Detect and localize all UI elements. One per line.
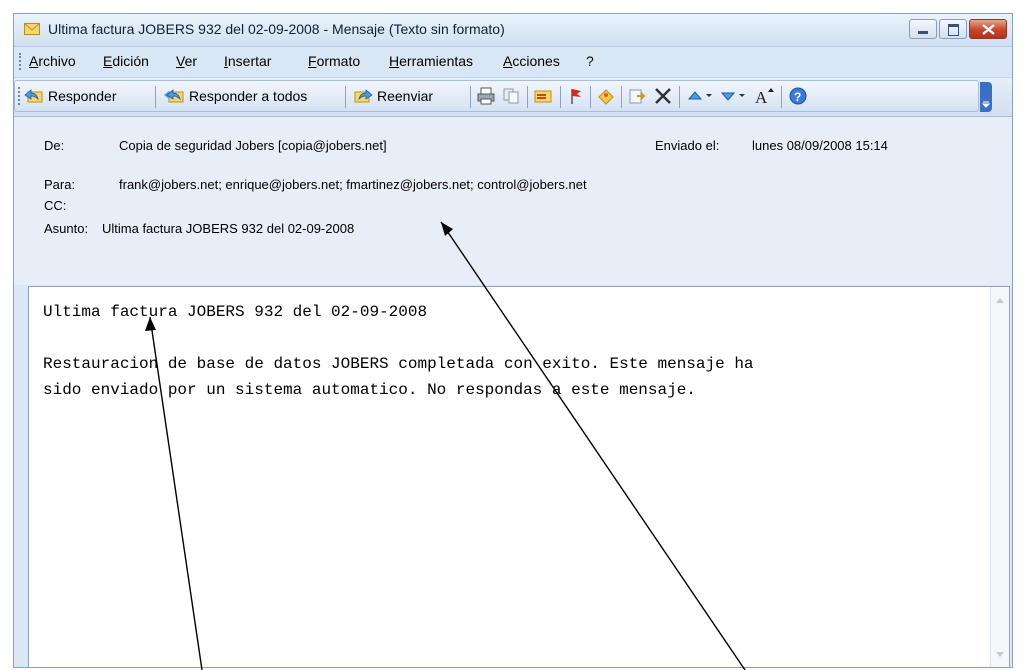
message-window: Ultima factura JOBERS 932 del 02-09-2008… xyxy=(13,13,1013,668)
message-header: De: Copia de seguridad Jobers [copia@job… xyxy=(14,117,1012,285)
toolbar-separator xyxy=(679,86,680,108)
forward-icon xyxy=(354,89,373,103)
scroll-down-icon[interactable] xyxy=(996,652,1004,658)
subject-value: Ultima factura JOBERS 932 del 02-09-2008 xyxy=(102,221,355,236)
scroll-up-icon[interactable] xyxy=(996,297,1004,303)
from-label: De: xyxy=(44,138,65,153)
toolbar-separator xyxy=(345,86,346,108)
print-icon[interactable] xyxy=(477,87,495,105)
envelope-icon xyxy=(24,23,40,35)
toolbar-overflow-button[interactable] xyxy=(980,82,992,112)
minimize-button[interactable] xyxy=(909,19,937,39)
toolbar-separator xyxy=(560,86,561,108)
toolbar-separator xyxy=(155,86,156,108)
font-size-icon[interactable]: A xyxy=(753,86,775,106)
toolbar-strip: Responder Responder a todos Reenviar A ? xyxy=(14,80,979,112)
maximize-icon xyxy=(948,24,959,36)
reply-all-button[interactable]: Responder a todos xyxy=(163,86,307,106)
reply-all-label: Responder a todos xyxy=(189,88,308,104)
menu-herramientas[interactable]: Herramientas xyxy=(389,53,473,69)
toolbar-grip[interactable] xyxy=(18,87,23,105)
close-icon xyxy=(982,24,995,35)
chevron-down-icon xyxy=(982,101,990,108)
forward-button[interactable]: Reenviar xyxy=(353,86,433,106)
help-icon[interactable]: ? xyxy=(788,86,808,106)
toolbar-separator xyxy=(781,86,782,108)
title-bar[interactable]: Ultima factura JOBERS 932 del 02-09-2008… xyxy=(14,14,1012,47)
to-label: Para: xyxy=(44,177,76,192)
message-body[interactable]: Ultima factura JOBERS 932 del 02-09-2008… xyxy=(28,286,1010,667)
menu-archivo[interactable]: Archivo xyxy=(29,53,76,69)
to-value[interactable]: frank@jobers.net; enrique@jobers.net; fm… xyxy=(119,177,587,192)
menubar-grip[interactable] xyxy=(19,53,24,70)
toolbar-separator xyxy=(621,86,622,108)
next-item-icon[interactable] xyxy=(719,87,737,105)
copy-icon[interactable] xyxy=(502,87,520,105)
forward-label: Reenviar xyxy=(377,88,434,104)
categorize-icon[interactable] xyxy=(597,87,615,105)
chevron-down-icon[interactable] xyxy=(704,89,714,101)
from-value[interactable]: Copia de seguridad Jobers [copia@jobers.… xyxy=(119,138,387,153)
reply-label: Responder xyxy=(48,88,117,104)
reply-icon xyxy=(24,89,43,103)
menu-acciones[interactable]: Acciones xyxy=(503,53,560,69)
minimize-icon xyxy=(918,31,928,34)
vertical-scrollbar[interactable] xyxy=(990,287,1009,667)
menu-formato[interactable]: Formato xyxy=(308,53,360,69)
maximize-button[interactable] xyxy=(939,19,967,39)
svg-text:?: ? xyxy=(794,90,801,104)
flag-envelope-icon[interactable] xyxy=(534,87,552,105)
previous-item-icon[interactable] xyxy=(686,87,704,105)
menu-edicion[interactable]: Edición xyxy=(103,53,149,69)
toolbar: Responder Responder a todos Reenviar A ? xyxy=(14,78,1012,117)
toolbar-separator xyxy=(527,86,528,108)
svg-text:A: A xyxy=(755,88,768,106)
menu-bar: Archivo Edición Ver Insertar Formato Her… xyxy=(14,47,1012,78)
window-title: Ultima factura JOBERS 932 del 02-09-2008… xyxy=(48,21,505,37)
menu-help[interactable]: ? xyxy=(586,53,594,69)
follow-up-flag-icon[interactable] xyxy=(567,87,585,105)
toolbar-separator xyxy=(590,86,591,108)
menu-ver[interactable]: Ver xyxy=(176,53,197,69)
delete-icon[interactable] xyxy=(653,86,673,106)
reply-all-icon xyxy=(164,89,184,103)
cc-label: CC: xyxy=(44,198,67,213)
sent-value: lunes 08/09/2008 15:14 xyxy=(752,138,888,153)
subject-label: Asunto: xyxy=(44,221,89,236)
reply-button[interactable]: Responder xyxy=(24,86,117,106)
move-folder-icon[interactable] xyxy=(628,87,646,105)
chevron-down-icon[interactable] xyxy=(737,89,747,101)
menu-insertar[interactable]: Insertar xyxy=(224,53,271,69)
sent-label: Enviado el: xyxy=(655,138,720,153)
toolbar-separator xyxy=(470,86,471,108)
close-button[interactable] xyxy=(969,19,1007,39)
message-body-text[interactable]: Ultima factura JOBERS 932 del 02-09-2008… xyxy=(43,299,754,403)
